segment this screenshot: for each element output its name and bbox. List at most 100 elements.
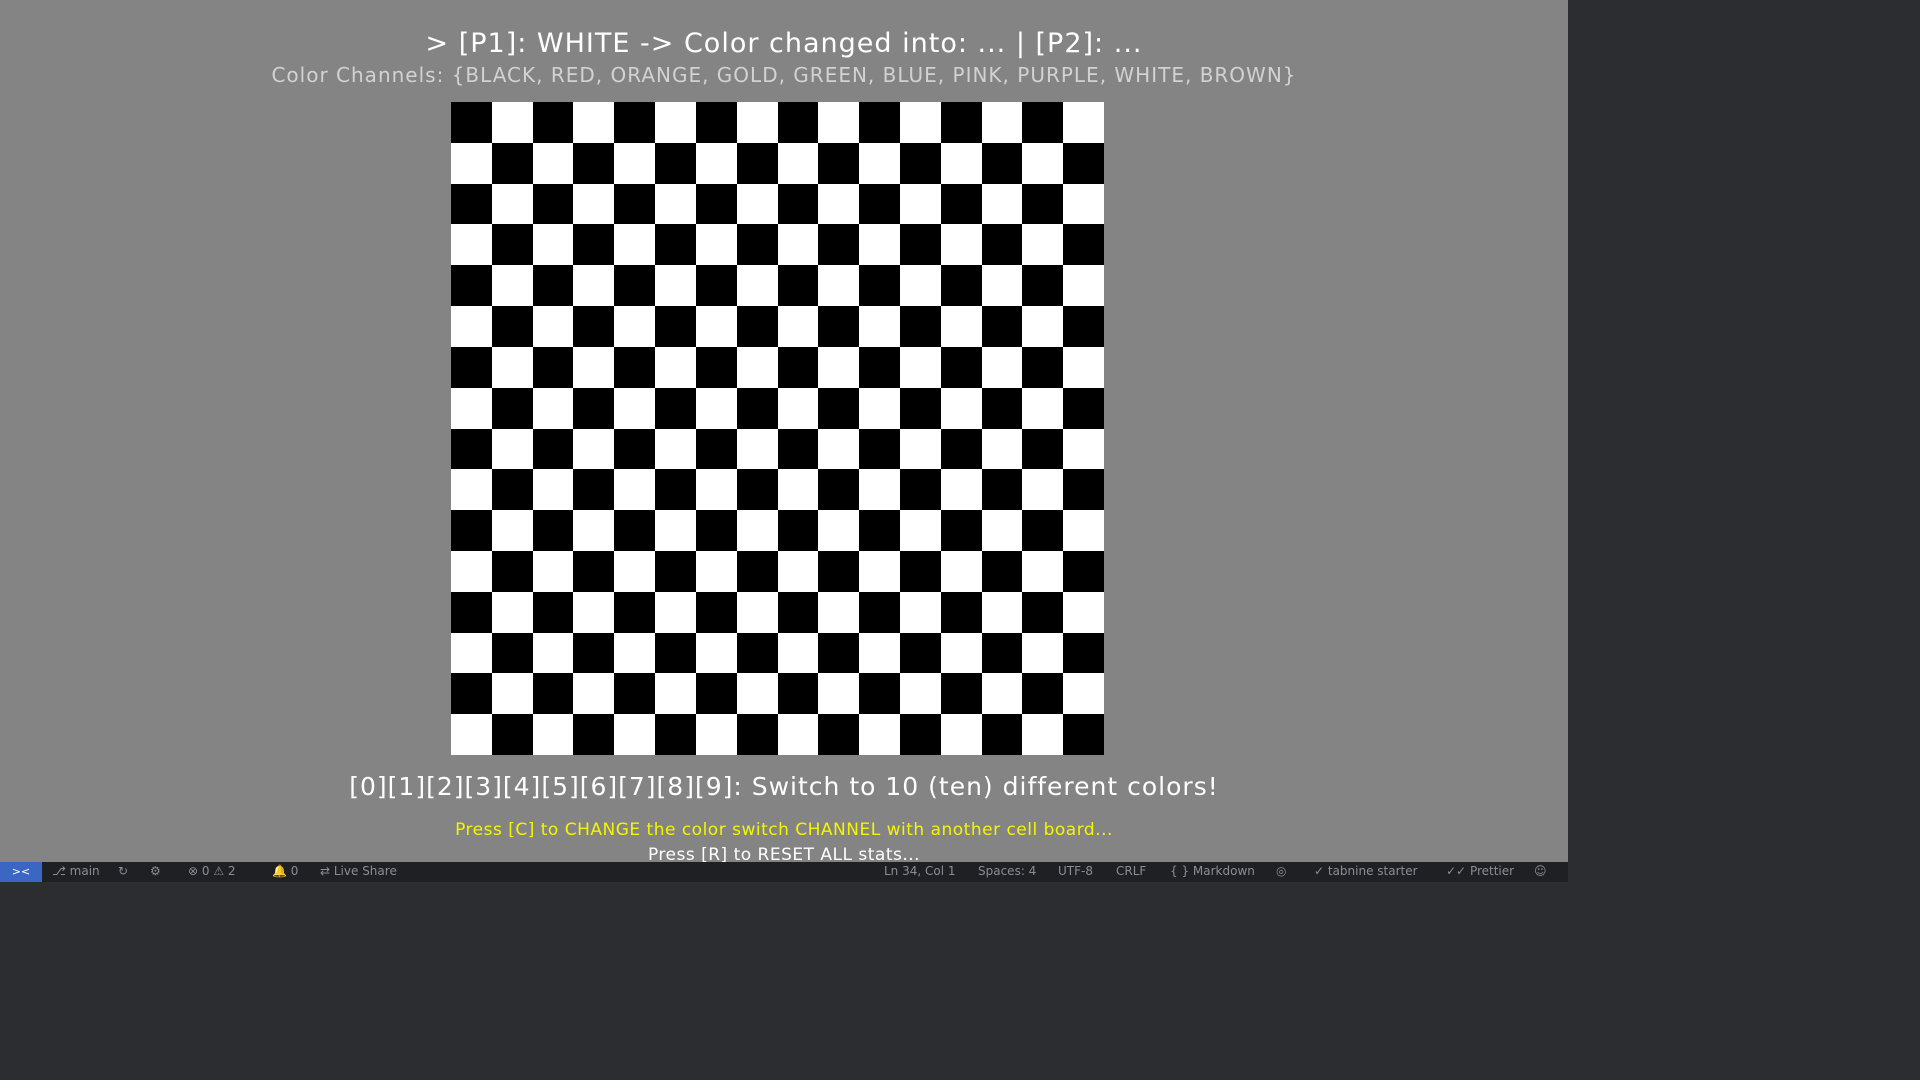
language-mode[interactable]: { } Markdown bbox=[1170, 864, 1255, 878]
board-cell[interactable] bbox=[859, 224, 900, 266]
board-cell[interactable] bbox=[1022, 346, 1064, 388]
board-cell[interactable] bbox=[777, 265, 819, 307]
board-cell[interactable] bbox=[859, 673, 900, 715]
board-cell[interactable] bbox=[491, 469, 533, 511]
board-cell[interactable] bbox=[573, 469, 615, 511]
board-cell[interactable] bbox=[614, 224, 656, 266]
board-cell[interactable] bbox=[655, 550, 696, 592]
board-cell[interactable] bbox=[451, 673, 492, 715]
board-cell[interactable] bbox=[532, 428, 574, 470]
board-cell[interactable] bbox=[614, 469, 656, 511]
board-cell[interactable] bbox=[655, 632, 696, 674]
board-cell[interactable] bbox=[491, 142, 533, 184]
board-cell[interactable] bbox=[777, 346, 819, 388]
board-cell[interactable] bbox=[777, 224, 819, 266]
board-cell[interactable] bbox=[614, 510, 656, 551]
board-cell[interactable] bbox=[859, 428, 900, 470]
board-cell[interactable] bbox=[981, 591, 1023, 633]
board-cell[interactable] bbox=[614, 591, 656, 633]
board-cell[interactable] bbox=[695, 306, 737, 347]
board-cell[interactable] bbox=[573, 510, 615, 551]
board-cell[interactable] bbox=[981, 387, 1023, 429]
board-cell[interactable] bbox=[736, 265, 778, 307]
board-cell[interactable] bbox=[940, 632, 982, 674]
board-cell[interactable] bbox=[940, 265, 982, 307]
board-cell[interactable] bbox=[451, 510, 492, 551]
board-cell[interactable] bbox=[818, 265, 860, 307]
board-cell[interactable] bbox=[859, 469, 900, 511]
board-cell[interactable] bbox=[777, 632, 819, 674]
board-cell[interactable] bbox=[1022, 428, 1064, 470]
board-cell[interactable] bbox=[695, 591, 737, 633]
board-cell[interactable] bbox=[491, 102, 533, 143]
board-cell[interactable] bbox=[451, 591, 492, 633]
board-cell[interactable] bbox=[491, 265, 533, 307]
board-cell[interactable] bbox=[655, 346, 696, 388]
board-cell[interactable] bbox=[1022, 632, 1064, 674]
board-cell[interactable] bbox=[695, 469, 737, 511]
board-cell[interactable] bbox=[491, 224, 533, 266]
board-cell[interactable] bbox=[451, 306, 492, 347]
encoding-setting[interactable]: UTF-8 bbox=[1058, 864, 1093, 878]
board-cell[interactable] bbox=[695, 510, 737, 551]
board-cell[interactable] bbox=[981, 428, 1023, 470]
board-cell[interactable] bbox=[777, 469, 819, 511]
board-cell[interactable] bbox=[532, 346, 574, 388]
board-cell[interactable] bbox=[655, 183, 696, 225]
board-cell[interactable] bbox=[532, 306, 574, 347]
board-cell[interactable] bbox=[614, 387, 656, 429]
board-cell[interactable] bbox=[1022, 591, 1064, 633]
board-cell[interactable] bbox=[940, 550, 982, 592]
board-cell[interactable] bbox=[736, 387, 778, 429]
board-cell[interactable] bbox=[899, 387, 941, 429]
board-cell[interactable] bbox=[1063, 591, 1104, 633]
board-cell[interactable] bbox=[736, 102, 778, 143]
board-cell[interactable] bbox=[940, 346, 982, 388]
board-cell[interactable] bbox=[940, 142, 982, 184]
board-cell[interactable] bbox=[532, 510, 574, 551]
board-cell[interactable] bbox=[491, 550, 533, 592]
board-cell[interactable] bbox=[859, 550, 900, 592]
board-cell[interactable] bbox=[1063, 469, 1104, 511]
board-cell[interactable] bbox=[532, 265, 574, 307]
board-cell[interactable] bbox=[736, 550, 778, 592]
board-cell[interactable] bbox=[695, 714, 737, 755]
board-cell[interactable] bbox=[859, 632, 900, 674]
board-cell[interactable] bbox=[491, 183, 533, 225]
board-cell[interactable] bbox=[451, 714, 492, 755]
board-cell[interactable] bbox=[573, 265, 615, 307]
copilot-icon[interactable]: ◎ bbox=[1276, 864, 1286, 878]
board-cell[interactable] bbox=[695, 142, 737, 184]
board-cell[interactable] bbox=[695, 428, 737, 470]
board-cell[interactable] bbox=[451, 224, 492, 266]
board-cell[interactable] bbox=[614, 673, 656, 715]
board-cell[interactable] bbox=[655, 265, 696, 307]
board-cell[interactable] bbox=[614, 102, 656, 143]
board-cell[interactable] bbox=[491, 387, 533, 429]
prettier-status[interactable]: ✓✓ Prettier bbox=[1446, 864, 1514, 878]
board-cell[interactable] bbox=[1022, 224, 1064, 266]
board-cell[interactable] bbox=[1022, 183, 1064, 225]
board-cell[interactable] bbox=[940, 714, 982, 755]
tabnine-status[interactable]: ✓ tabnine starter bbox=[1314, 864, 1418, 878]
board-cell[interactable] bbox=[614, 265, 656, 307]
board-cell[interactable] bbox=[736, 306, 778, 347]
board-cell[interactable] bbox=[981, 183, 1023, 225]
board-cell[interactable] bbox=[940, 469, 982, 511]
board-cell[interactable] bbox=[655, 591, 696, 633]
board-cell[interactable] bbox=[573, 224, 615, 266]
board-cell[interactable] bbox=[899, 183, 941, 225]
board-cell[interactable] bbox=[1063, 428, 1104, 470]
board-cell[interactable] bbox=[777, 673, 819, 715]
board-cell[interactable] bbox=[818, 346, 860, 388]
board-cell[interactable] bbox=[859, 591, 900, 633]
board-cell[interactable] bbox=[899, 306, 941, 347]
board-cell[interactable] bbox=[1063, 632, 1104, 674]
board-cell[interactable] bbox=[1063, 306, 1104, 347]
board-cell[interactable] bbox=[1063, 714, 1104, 755]
board-cell[interactable] bbox=[899, 142, 941, 184]
board-cell[interactable] bbox=[655, 387, 696, 429]
board-cell[interactable] bbox=[1063, 387, 1104, 429]
board-cell[interactable] bbox=[695, 102, 737, 143]
board-cell[interactable] bbox=[736, 591, 778, 633]
